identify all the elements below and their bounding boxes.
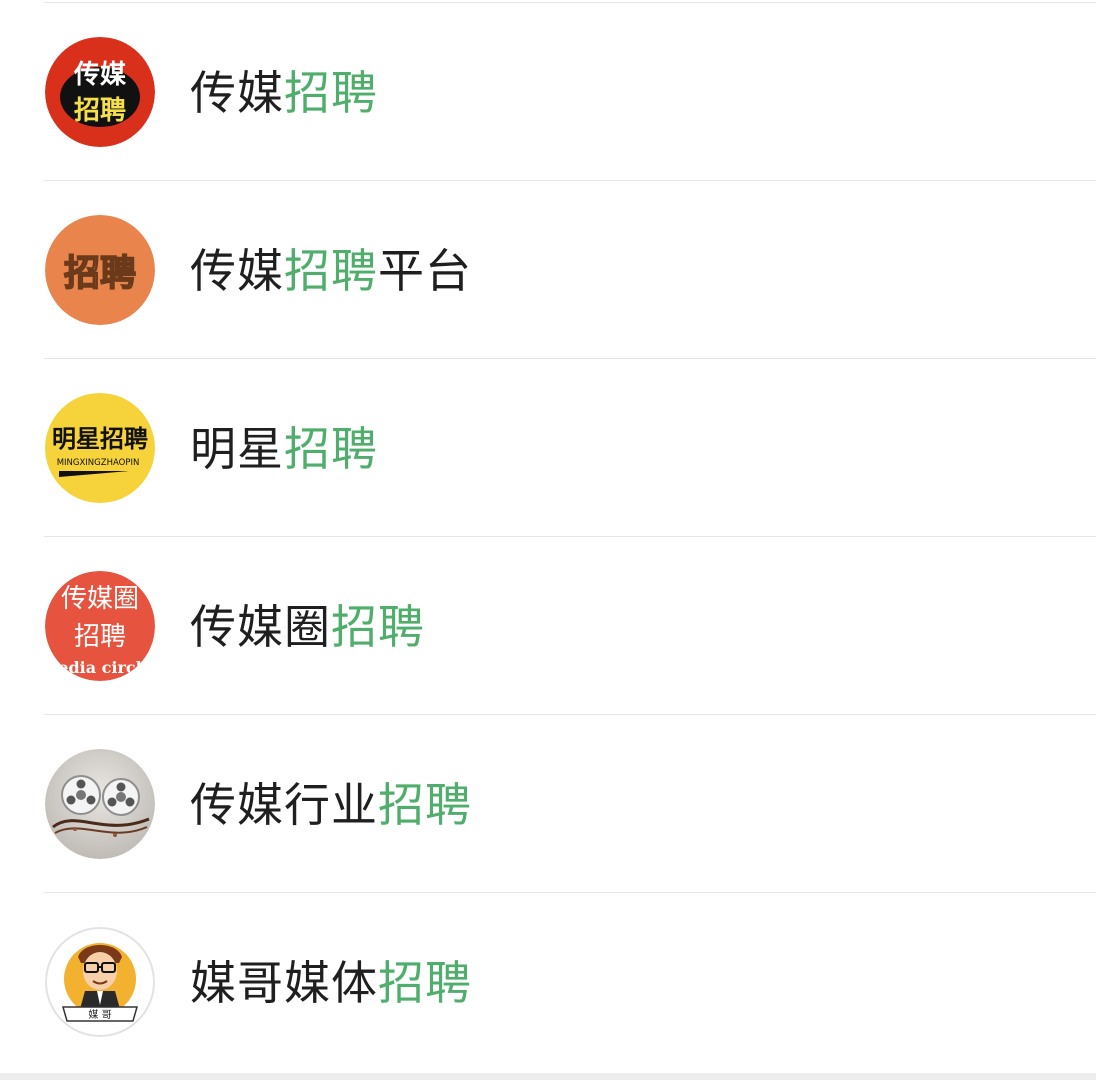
chuanmei-zhaopin-logo-icon: 传媒 招聘 <box>45 37 155 147</box>
film-reel-photo-icon <box>45 749 155 859</box>
result-item-chuanmeiquan-zhaopin[interactable]: 传媒圈 招聘 edia circl 传媒圈招聘 <box>0 537 1096 715</box>
result-title: 传媒招聘 <box>190 66 378 120</box>
media-circle-logo-icon: 传媒圈 招聘 edia circl <box>45 571 155 681</box>
result-title: 媒哥媒体招聘 <box>190 956 472 1010</box>
result-title: 传媒招聘平台 <box>190 244 472 298</box>
result-item-chuanmei-hangye-zhaopin[interactable]: 传媒行业招聘 <box>0 715 1096 893</box>
svg-text:传媒: 传媒 <box>73 60 127 90</box>
cartoon-man-avatar-icon: 媒 哥 <box>45 927 155 1037</box>
zhaopin-badge-icon: 招聘 <box>45 215 155 325</box>
svg-text:MINGXINGZHAOPIN: MINGXINGZHAOPIN <box>57 458 140 468</box>
svg-text:传媒圈: 传媒圈 <box>61 584 139 614</box>
search-result-list: 传媒 招聘 传媒招聘 招聘 传媒招聘平台 明星招聘 MINGXINGZHAOPI… <box>0 3 1096 1071</box>
result-title: 传媒行业招聘 <box>190 778 472 832</box>
svg-text:媒 哥: 媒 哥 <box>88 1009 111 1021</box>
result-title: 明星招聘 <box>190 422 378 476</box>
result-title: 传媒圈招聘 <box>190 600 425 654</box>
svg-text:招聘: 招聘 <box>74 622 126 652</box>
bottom-edge-bar <box>0 1073 1096 1080</box>
mingxing-zhaopin-logo-icon: 明星招聘 MINGXINGZHAOPIN <box>45 393 155 503</box>
result-item-chuanmei-zhaopin[interactable]: 传媒 招聘 传媒招聘 <box>0 3 1096 181</box>
result-item-mingxing-zhaopin[interactable]: 明星招聘 MINGXINGZHAOPIN 明星招聘 <box>0 359 1096 537</box>
result-item-chuanmei-zhaopin-pingtai[interactable]: 招聘 传媒招聘平台 <box>0 181 1096 359</box>
svg-text:招聘: 招聘 <box>64 253 136 294</box>
svg-text:招聘: 招聘 <box>74 96 126 126</box>
svg-text:明星招聘: 明星招聘 <box>52 425 148 453</box>
svg-text:edia circl: edia circl <box>58 658 141 677</box>
result-item-meige-meiti-zhaopin[interactable]: 媒 哥 媒哥媒体招聘 <box>0 893 1096 1071</box>
